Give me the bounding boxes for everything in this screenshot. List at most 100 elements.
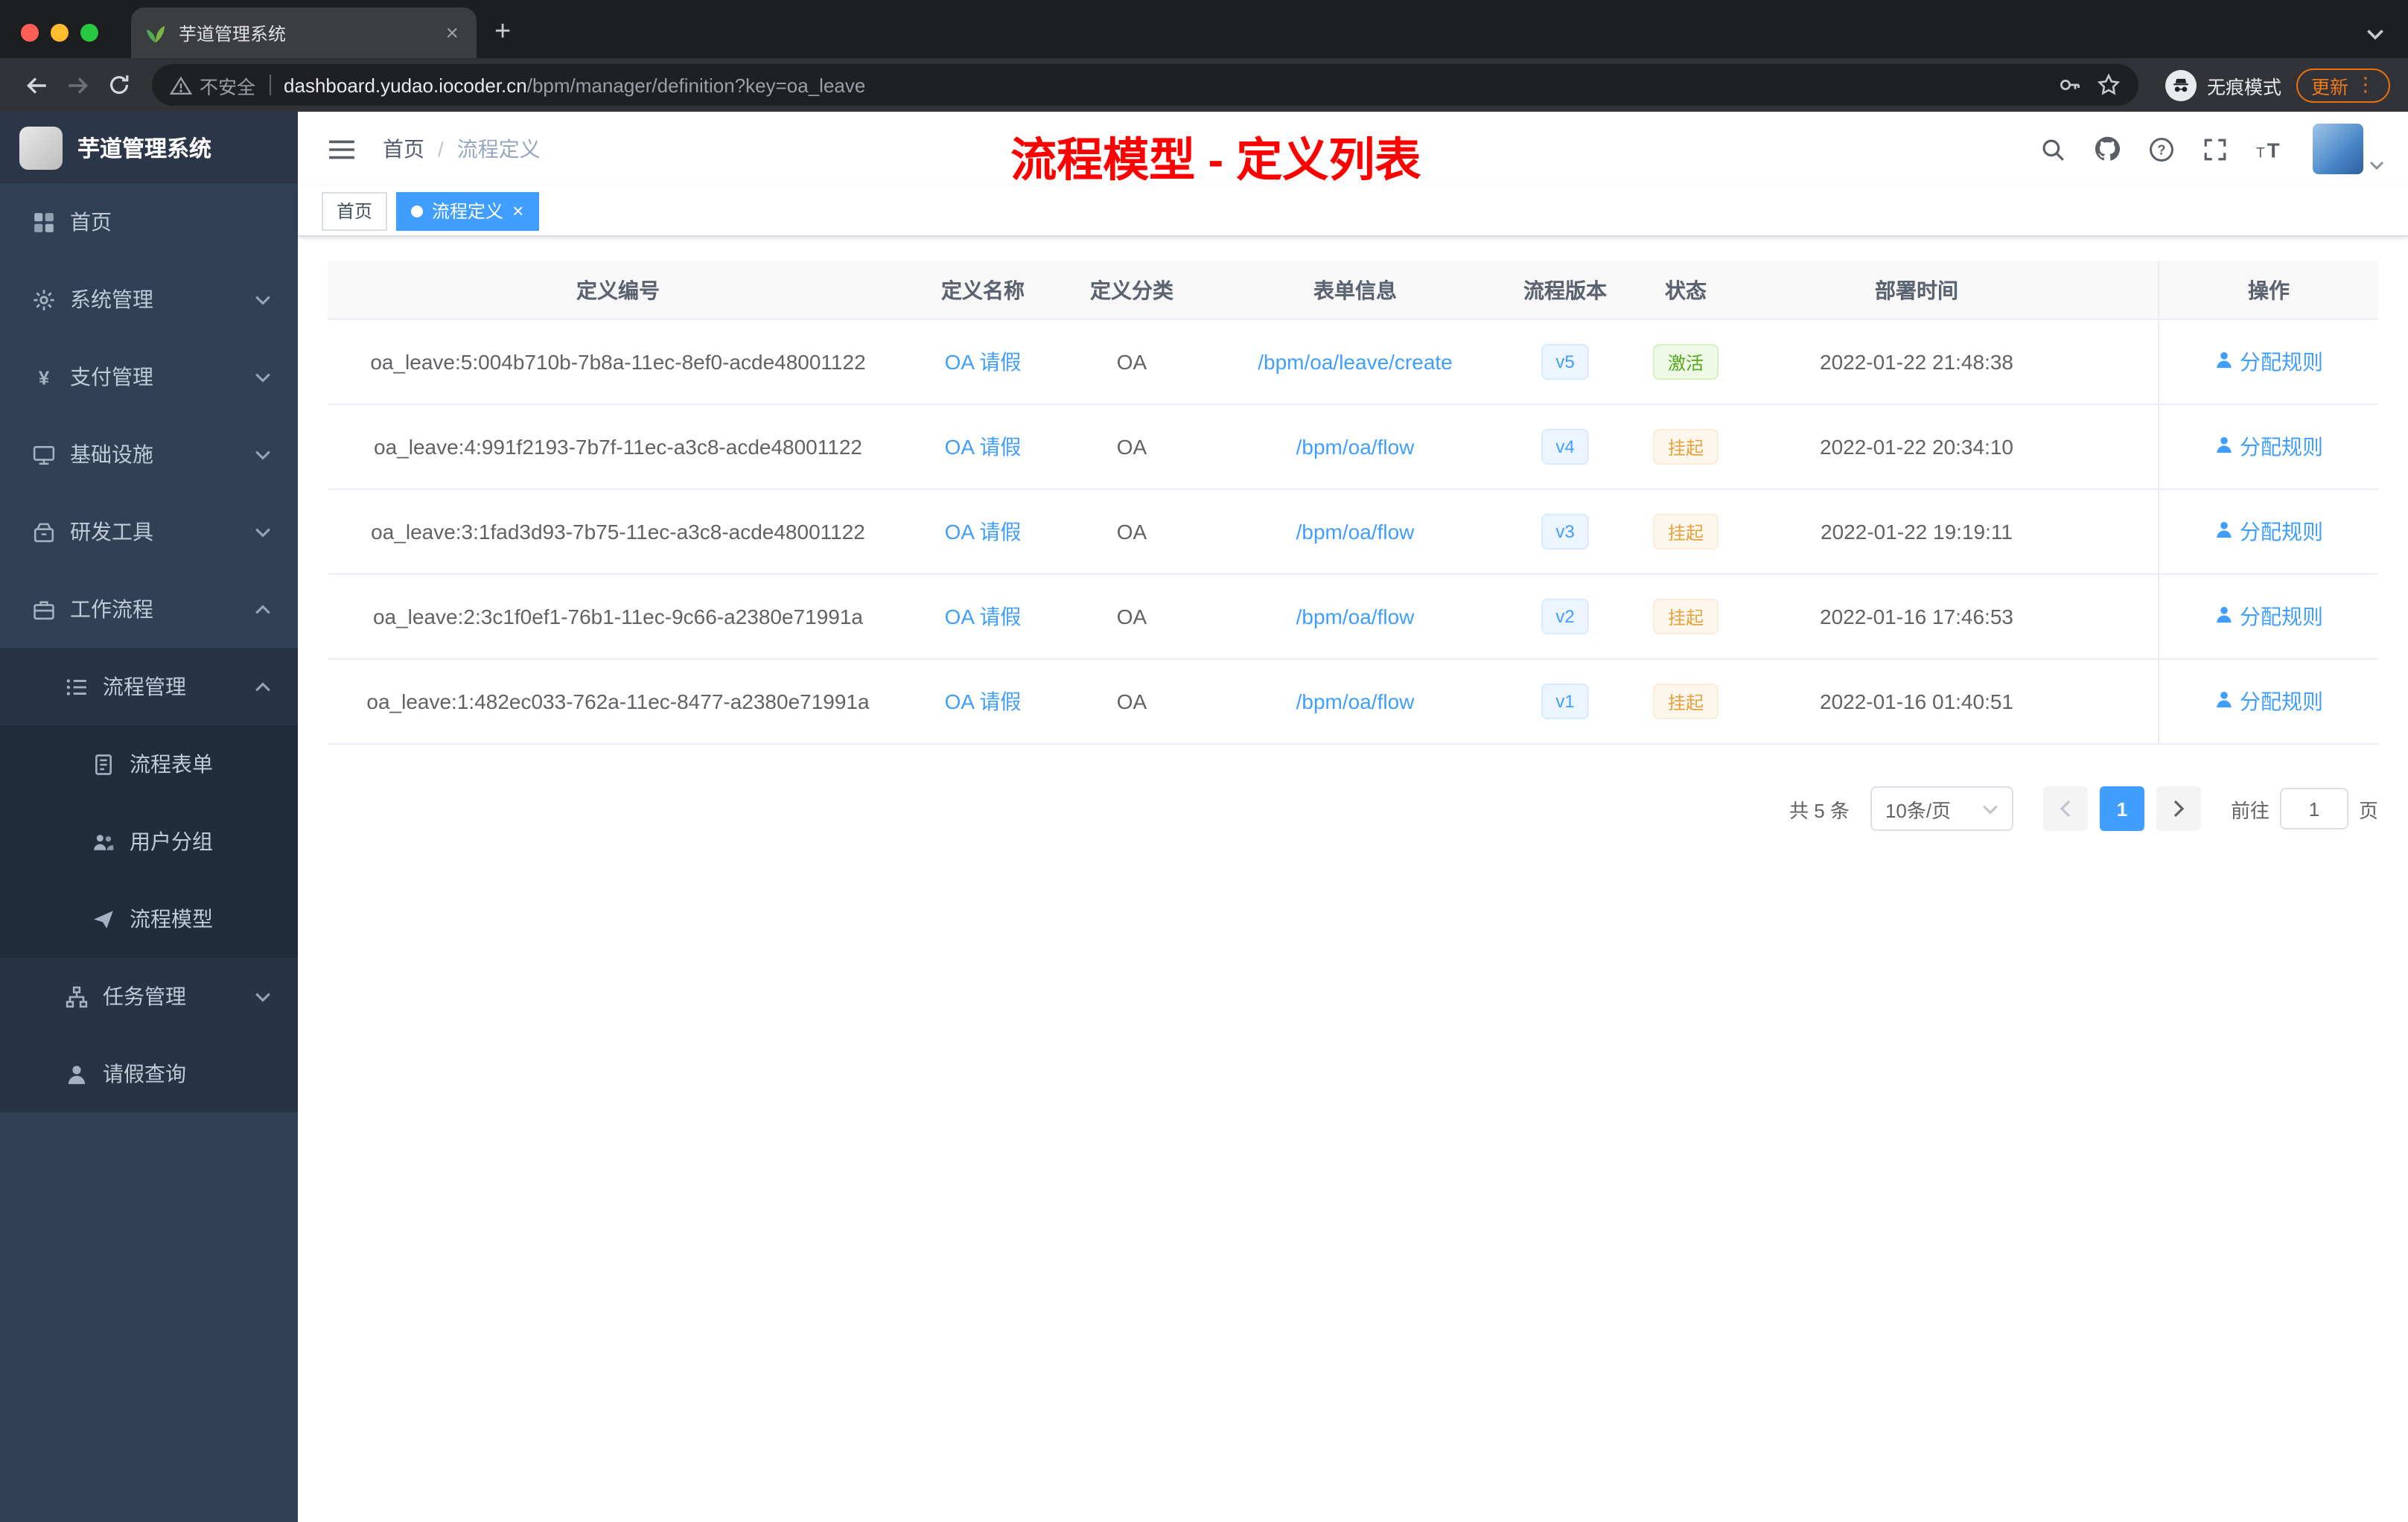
prev-page-button[interactable] <box>2042 786 2088 831</box>
page-size-select[interactable]: 10条/页 <box>1870 786 2013 831</box>
status-cell: 挂起 <box>1626 490 1745 573</box>
sidebar-item[interactable]: 请假查询 <box>0 1035 298 1112</box>
yen-icon: ¥ <box>33 366 55 388</box>
page-number-button[interactable]: 1 <box>2099 786 2144 831</box>
definition-name-cell: OA 请假 <box>908 320 1057 404</box>
menu-dots-icon[interactable]: ⋮ <box>2356 73 2375 97</box>
chrome-update-button[interactable]: 更新 ⋮ <box>2296 68 2390 102</box>
search-icon[interactable] <box>2040 136 2065 162</box>
sidebar: 芋道管理系统 首页 系统管理 ¥ 支付管理 基础设施 研发工具 工作流程 流程管理 流程表单 用户… <box>0 112 298 1522</box>
tag-label: 流程定义 <box>432 201 504 222</box>
navbar-actions: ? TT <box>2040 124 2384 174</box>
definition-name-link[interactable]: OA 请假 <box>945 432 1022 462</box>
new-tab-button[interactable]: + <box>494 16 511 49</box>
person-small <box>2214 350 2234 374</box>
reload-button[interactable] <box>98 64 140 106</box>
close-window-button[interactable] <box>21 24 39 42</box>
next-page-button[interactable] <box>2156 786 2201 831</box>
definition-name-link[interactable]: OA 请假 <box>945 347 1022 377</box>
font-size-icon[interactable]: TT <box>2256 138 2284 160</box>
zoom-window-button[interactable] <box>80 24 98 42</box>
status-tag: 挂起 <box>1652 684 1719 719</box>
logo-avatar <box>19 126 63 169</box>
assign-rule-link[interactable]: 分配规则 <box>2214 432 2323 462</box>
tag-active[interactable]: 流程定义 × <box>396 191 539 230</box>
url-bar[interactable]: 不安全 dashboard.yudao.iocoder.cn /bpm/mana… <box>152 64 2138 106</box>
definition-name-link[interactable]: OA 请假 <box>945 602 1022 631</box>
svg-text:¥: ¥ <box>39 368 50 388</box>
assign-rule-link[interactable]: 分配规则 <box>2214 517 2323 547</box>
dashboard-icon <box>33 211 55 233</box>
form-info-link[interactable]: /bpm/oa/flow <box>1296 435 1415 459</box>
fullscreen-icon[interactable] <box>2202 136 2228 162</box>
goto-page-unit: 页 <box>2358 799 2378 821</box>
definition-name-cell: OA 请假 <box>908 660 1057 743</box>
person-small <box>2214 520 2234 544</box>
sidebar-item[interactable]: 基础设施 <box>0 415 298 493</box>
browser-toolbar: 不安全 dashboard.yudao.iocoder.cn /bpm/mana… <box>0 58 2408 112</box>
deploy-time-cell: 2022-01-16 17:46:53 <box>1820 605 2013 628</box>
minimize-window-button[interactable] <box>51 24 69 42</box>
breadcrumb-home[interactable]: 首页 <box>383 134 424 164</box>
chevron-down-icon <box>255 372 271 382</box>
sidebar-item[interactable]: 首页 <box>0 183 298 261</box>
password-key-icon[interactable] <box>2058 73 2082 97</box>
form-info-link[interactable]: /bpm/oa/leave/create <box>1258 350 1453 374</box>
sidebar-item[interactable]: 流程模型 <box>0 880 298 958</box>
sidebar-item[interactable]: 工作流程 <box>0 570 298 648</box>
incognito-indicator: 无痕模式 <box>2165 69 2281 101</box>
sidebar-item[interactable]: 用户分组 <box>0 803 298 880</box>
status-tag: 激活 <box>1652 344 1719 380</box>
tab-search-chevron-icon[interactable] <box>2366 28 2384 40</box>
status-cell: 挂起 <box>1626 660 1745 743</box>
definition-name-link[interactable]: OA 请假 <box>945 517 1022 547</box>
not-secure-badge[interactable]: 不安全 <box>170 71 255 99</box>
browser-tab[interactable]: 芋道管理系统 × <box>131 7 477 58</box>
hamburger-icon[interactable] <box>322 132 362 166</box>
version-tag: v2 <box>1541 599 1590 634</box>
gear-icon <box>33 288 55 311</box>
help-icon[interactable]: ? <box>2149 136 2174 162</box>
sidebar-item[interactable]: 任务管理 <box>0 958 298 1035</box>
chevron-down-icon <box>255 991 271 1002</box>
url-host: dashboard.yudao.iocoder.cn <box>284 74 527 96</box>
bookmark-star-icon[interactable] <box>2097 73 2121 97</box>
top-navbar: 首页 / 流程定义 流程模型 - 定义列表 ? T T <box>298 112 2408 186</box>
back-button[interactable] <box>15 64 57 106</box>
user-avatar[interactable] <box>2313 124 2384 174</box>
sidebar-item[interactable]: 研发工具 <box>0 493 298 570</box>
definition-id-cell: oa_leave:2:3c1f0ef1-76b1-11ec-9c66-a2380… <box>372 605 863 628</box>
definition-id-cell: oa_leave:3:1fad3d93-7b75-11ec-a3c8-acde4… <box>371 520 865 544</box>
sidebar-item[interactable]: 系统管理 <box>0 261 298 338</box>
main-area: 首页 / 流程定义 流程模型 - 定义列表 ? T T 首页 流程定义 × 定义… <box>298 112 2408 1522</box>
form-info-cell: /bpm/oa/flow <box>1206 660 1504 743</box>
sidebar-item[interactable]: 流程表单 <box>0 725 298 803</box>
status-cell: 挂起 <box>1626 405 1745 488</box>
col-header-action: 操作 <box>2158 261 2378 319</box>
form-info-link[interactable]: /bpm/oa/flow <box>1296 605 1415 628</box>
pager: 1 <box>2042 786 2201 831</box>
assign-rule-link[interactable]: 分配规则 <box>2214 602 2323 631</box>
col-header-version: 流程版本 <box>1523 278 1607 302</box>
tag-close-icon[interactable]: × <box>512 201 523 220</box>
definition-id-cell: oa_leave:5:004b710b-7b8a-11ec-8ef0-acde4… <box>370 350 866 374</box>
browser-tabstrip: 芋道管理系统 × + <box>0 0 2408 58</box>
url-path: /bpm/manager/definition?key=oa_leave <box>526 74 866 96</box>
assign-rule-label: 分配规则 <box>2240 690 2323 713</box>
goto-page-input[interactable] <box>2279 788 2348 830</box>
assign-rule-label: 分配规则 <box>2240 520 2323 544</box>
form-info-link[interactable]: /bpm/oa/flow <box>1296 520 1415 544</box>
assign-rule-link[interactable]: 分配规则 <box>2214 347 2323 377</box>
page-size-value: 10条/页 <box>1885 799 1952 821</box>
forward-button[interactable] <box>57 64 98 106</box>
assign-rule-link[interactable]: 分配规则 <box>2214 687 2323 716</box>
tag-item[interactable]: 首页 <box>322 191 388 230</box>
not-secure-label: 不安全 <box>200 77 256 98</box>
sidebar-item[interactable]: ¥ 支付管理 <box>0 338 298 415</box>
tab-close-icon[interactable]: × <box>441 20 463 45</box>
definition-name-link[interactable]: OA 请假 <box>945 687 1022 716</box>
github-icon[interactable] <box>2094 136 2121 162</box>
form-info-link[interactable]: /bpm/oa/flow <box>1296 690 1415 713</box>
sidebar-item[interactable]: 流程管理 <box>0 648 298 725</box>
sidebar-logo[interactable]: 芋道管理系统 <box>0 112 298 183</box>
